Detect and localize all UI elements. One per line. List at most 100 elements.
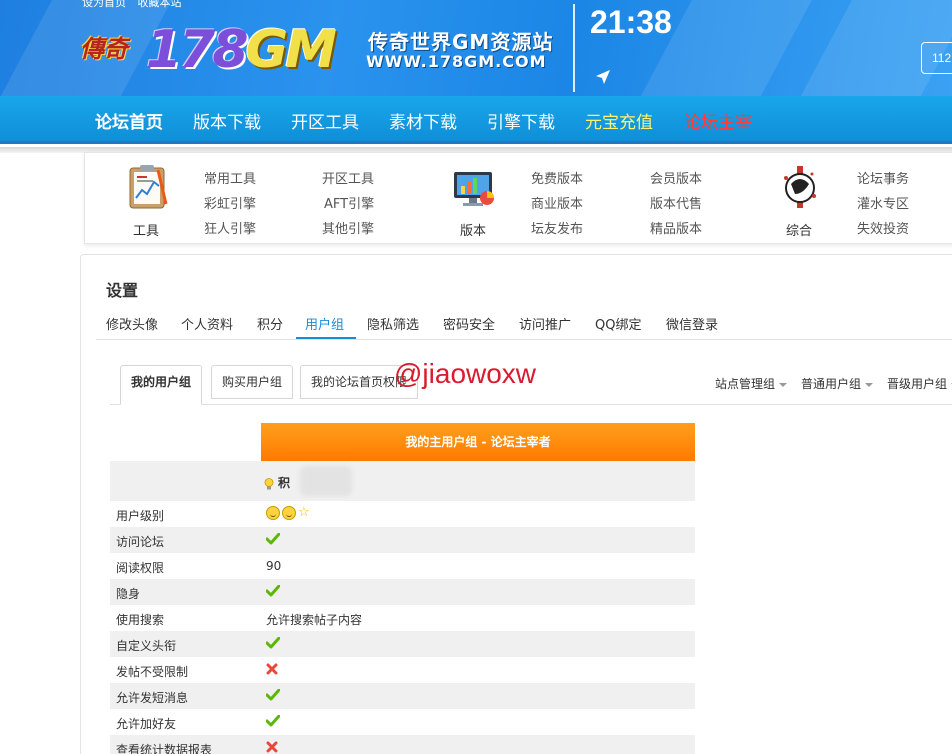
tab-privacy[interactable]: 隐私筛选 <box>367 314 419 333</box>
category-tools[interactable]: 工具 <box>118 156 174 239</box>
page-root: 设为首页 收藏本站 傳奇 178GM 传奇世界GM资源站 WWW.178GM.C… <box>0 0 952 754</box>
nav-forum-master[interactable]: 论坛主宰 <box>684 108 752 133</box>
credit-cell: 积 <box>264 474 290 491</box>
subtab-buy-groups[interactable]: 购买用户组 <box>211 365 294 399</box>
subtab-my-groups[interactable]: 我的用户组 <box>120 365 203 405</box>
dropdown-label: 晋级用户组 <box>887 377 948 391</box>
dropdown-admin-groups[interactable]: 站点管理组 <box>715 375 788 392</box>
lightbulb-icon <box>264 477 274 489</box>
caret-down-icon <box>865 382 874 387</box>
set-homepage-link[interactable]: 设为首页 <box>82 0 126 9</box>
general-emblem-icon <box>784 166 816 208</box>
category-link[interactable]: AFT引擎 <box>324 193 374 212</box>
category-link[interactable]: 会员版本 <box>650 168 702 187</box>
category-link[interactable]: 坛友发布 <box>531 218 583 237</box>
bookmark-link[interactable]: 收藏本站 <box>138 0 182 9</box>
level-icons: ☆ <box>266 505 310 520</box>
banner-divider <box>573 4 575 92</box>
cross-icon <box>266 663 278 678</box>
category-link[interactable]: 免费版本 <box>531 168 583 187</box>
usergroup-header: 我的主用户组 - 论坛主宰者 <box>261 423 695 461</box>
subtabs-divider <box>110 404 952 405</box>
row-label: 自定义头衔 <box>116 639 177 653</box>
nav-server-tools[interactable]: 开区工具 <box>291 108 359 133</box>
row-value: 允许搜索帖子内容 <box>266 613 363 627</box>
row-label: 隐身 <box>116 587 141 601</box>
dropdown-label: 站点管理组 <box>715 377 776 391</box>
category-link[interactable]: 精品版本 <box>650 218 702 237</box>
check-icon <box>266 637 280 652</box>
dropdown-label: 普通用户组 <box>801 377 862 391</box>
nav-forum-home[interactable]: 论坛首页 <box>95 108 163 133</box>
table-row: 访问论坛 <box>110 527 695 553</box>
category-label: 工具 <box>132 224 159 239</box>
tab-profile[interactable]: 个人资料 <box>181 314 233 333</box>
category-link[interactable]: 版本代售 <box>650 193 702 212</box>
category-link[interactable]: 常用工具 <box>204 168 256 187</box>
clock: 21:38 <box>590 4 672 40</box>
tabs-divider <box>96 339 952 340</box>
row-label: 阅读权限 <box>116 561 165 575</box>
site-logo[interactable]: 傳奇 178GM 传奇世界GM资源站 WWW.178GM.COM <box>80 22 560 78</box>
table-row: 使用搜索 允许搜索帖子内容 <box>110 605 695 631</box>
nav-material-download[interactable]: 素材下载 <box>389 108 457 133</box>
dropdown-promotion-groups[interactable]: 晋级用户组 <box>887 375 952 392</box>
category-versions[interactable]: 版本 <box>445 156 501 239</box>
active-tab-indicator <box>296 337 356 339</box>
category-link[interactable]: 商业版本 <box>531 193 583 212</box>
category-label: 版本 <box>459 224 486 239</box>
row-label: 允许加好友 <box>116 717 177 731</box>
row-value: 90 <box>266 559 282 573</box>
category-link[interactable]: 开区工具 <box>322 168 374 187</box>
caret-down-icon <box>779 382 788 387</box>
table-row: 自定义头衔 <box>110 631 695 657</box>
dropdown-normal-groups[interactable]: 普通用户组 <box>801 375 874 392</box>
table-row: 允许发短消息 <box>110 683 695 709</box>
check-icon <box>266 533 280 548</box>
row-label: 允许发短消息 <box>116 691 189 705</box>
search-input[interactable]: 112 <box>921 42 952 74</box>
tab-qq[interactable]: QQ绑定 <box>595 314 641 333</box>
category-link[interactable]: 其他引擎 <box>322 218 374 237</box>
watermark: @jiaowoxw <box>394 358 537 389</box>
nav-gold-recharge[interactable]: 元宝充值 <box>585 108 653 133</box>
table-row: 用户级别 ☆ <box>110 501 695 527</box>
credit-row <box>110 461 695 501</box>
check-icon <box>266 715 280 730</box>
computer-chart-icon <box>454 172 494 206</box>
category-label: 综合 <box>785 224 812 239</box>
category-link[interactable]: 论坛事务 <box>857 168 909 187</box>
row-label: 访问论坛 <box>116 535 165 549</box>
main-nav: 论坛首页 版本下载 开区工具 素材下载 引擎下载 元宝充值 论坛主宰 <box>0 96 952 144</box>
top-links: 设为首页 收藏本站 <box>82 0 190 10</box>
table-row: 允许加好友 <box>110 709 695 735</box>
smiley-icon <box>266 505 280 520</box>
check-icon <box>266 585 280 600</box>
category-general[interactable]: 综合 <box>771 156 827 239</box>
cross-icon <box>266 741 278 754</box>
category-link[interactable]: 狂人引擎 <box>204 218 256 237</box>
logo-seal: 傳奇 <box>80 34 128 63</box>
row-label: 查看统计数据报表 <box>116 743 213 754</box>
tab-promotion[interactable]: 访问推广 <box>519 314 571 333</box>
tab-password[interactable]: 密码安全 <box>443 314 495 333</box>
row-label: 用户级别 <box>116 509 165 523</box>
smiley-icon <box>282 505 296 520</box>
credit-label: 积 <box>278 476 291 490</box>
logo-tagline: 传奇世界GM资源站 <box>368 30 554 54</box>
table-row: 隐身 <box>110 579 695 605</box>
category-link[interactable]: 失效投资 <box>857 218 909 237</box>
category-link[interactable]: 彩虹引擎 <box>204 193 256 212</box>
tab-credits[interactable]: 积分 <box>257 314 283 333</box>
star-icon: ☆ <box>298 505 310 520</box>
table-row: 发帖不受限制 <box>110 657 695 683</box>
tab-wechat[interactable]: 微信登录 <box>666 314 718 333</box>
logo-wordmark: 178GM <box>146 22 337 78</box>
nav-engine-download[interactable]: 引擎下载 <box>487 108 555 133</box>
category-link[interactable]: 灌水专区 <box>857 193 909 212</box>
check-icon <box>266 689 280 704</box>
table-row: 阅读权限 90 <box>110 553 695 579</box>
tab-avatar[interactable]: 修改头像 <box>106 314 158 333</box>
tab-usergroup[interactable]: 用户组 <box>305 314 344 333</box>
nav-version-download[interactable]: 版本下载 <box>193 108 261 133</box>
